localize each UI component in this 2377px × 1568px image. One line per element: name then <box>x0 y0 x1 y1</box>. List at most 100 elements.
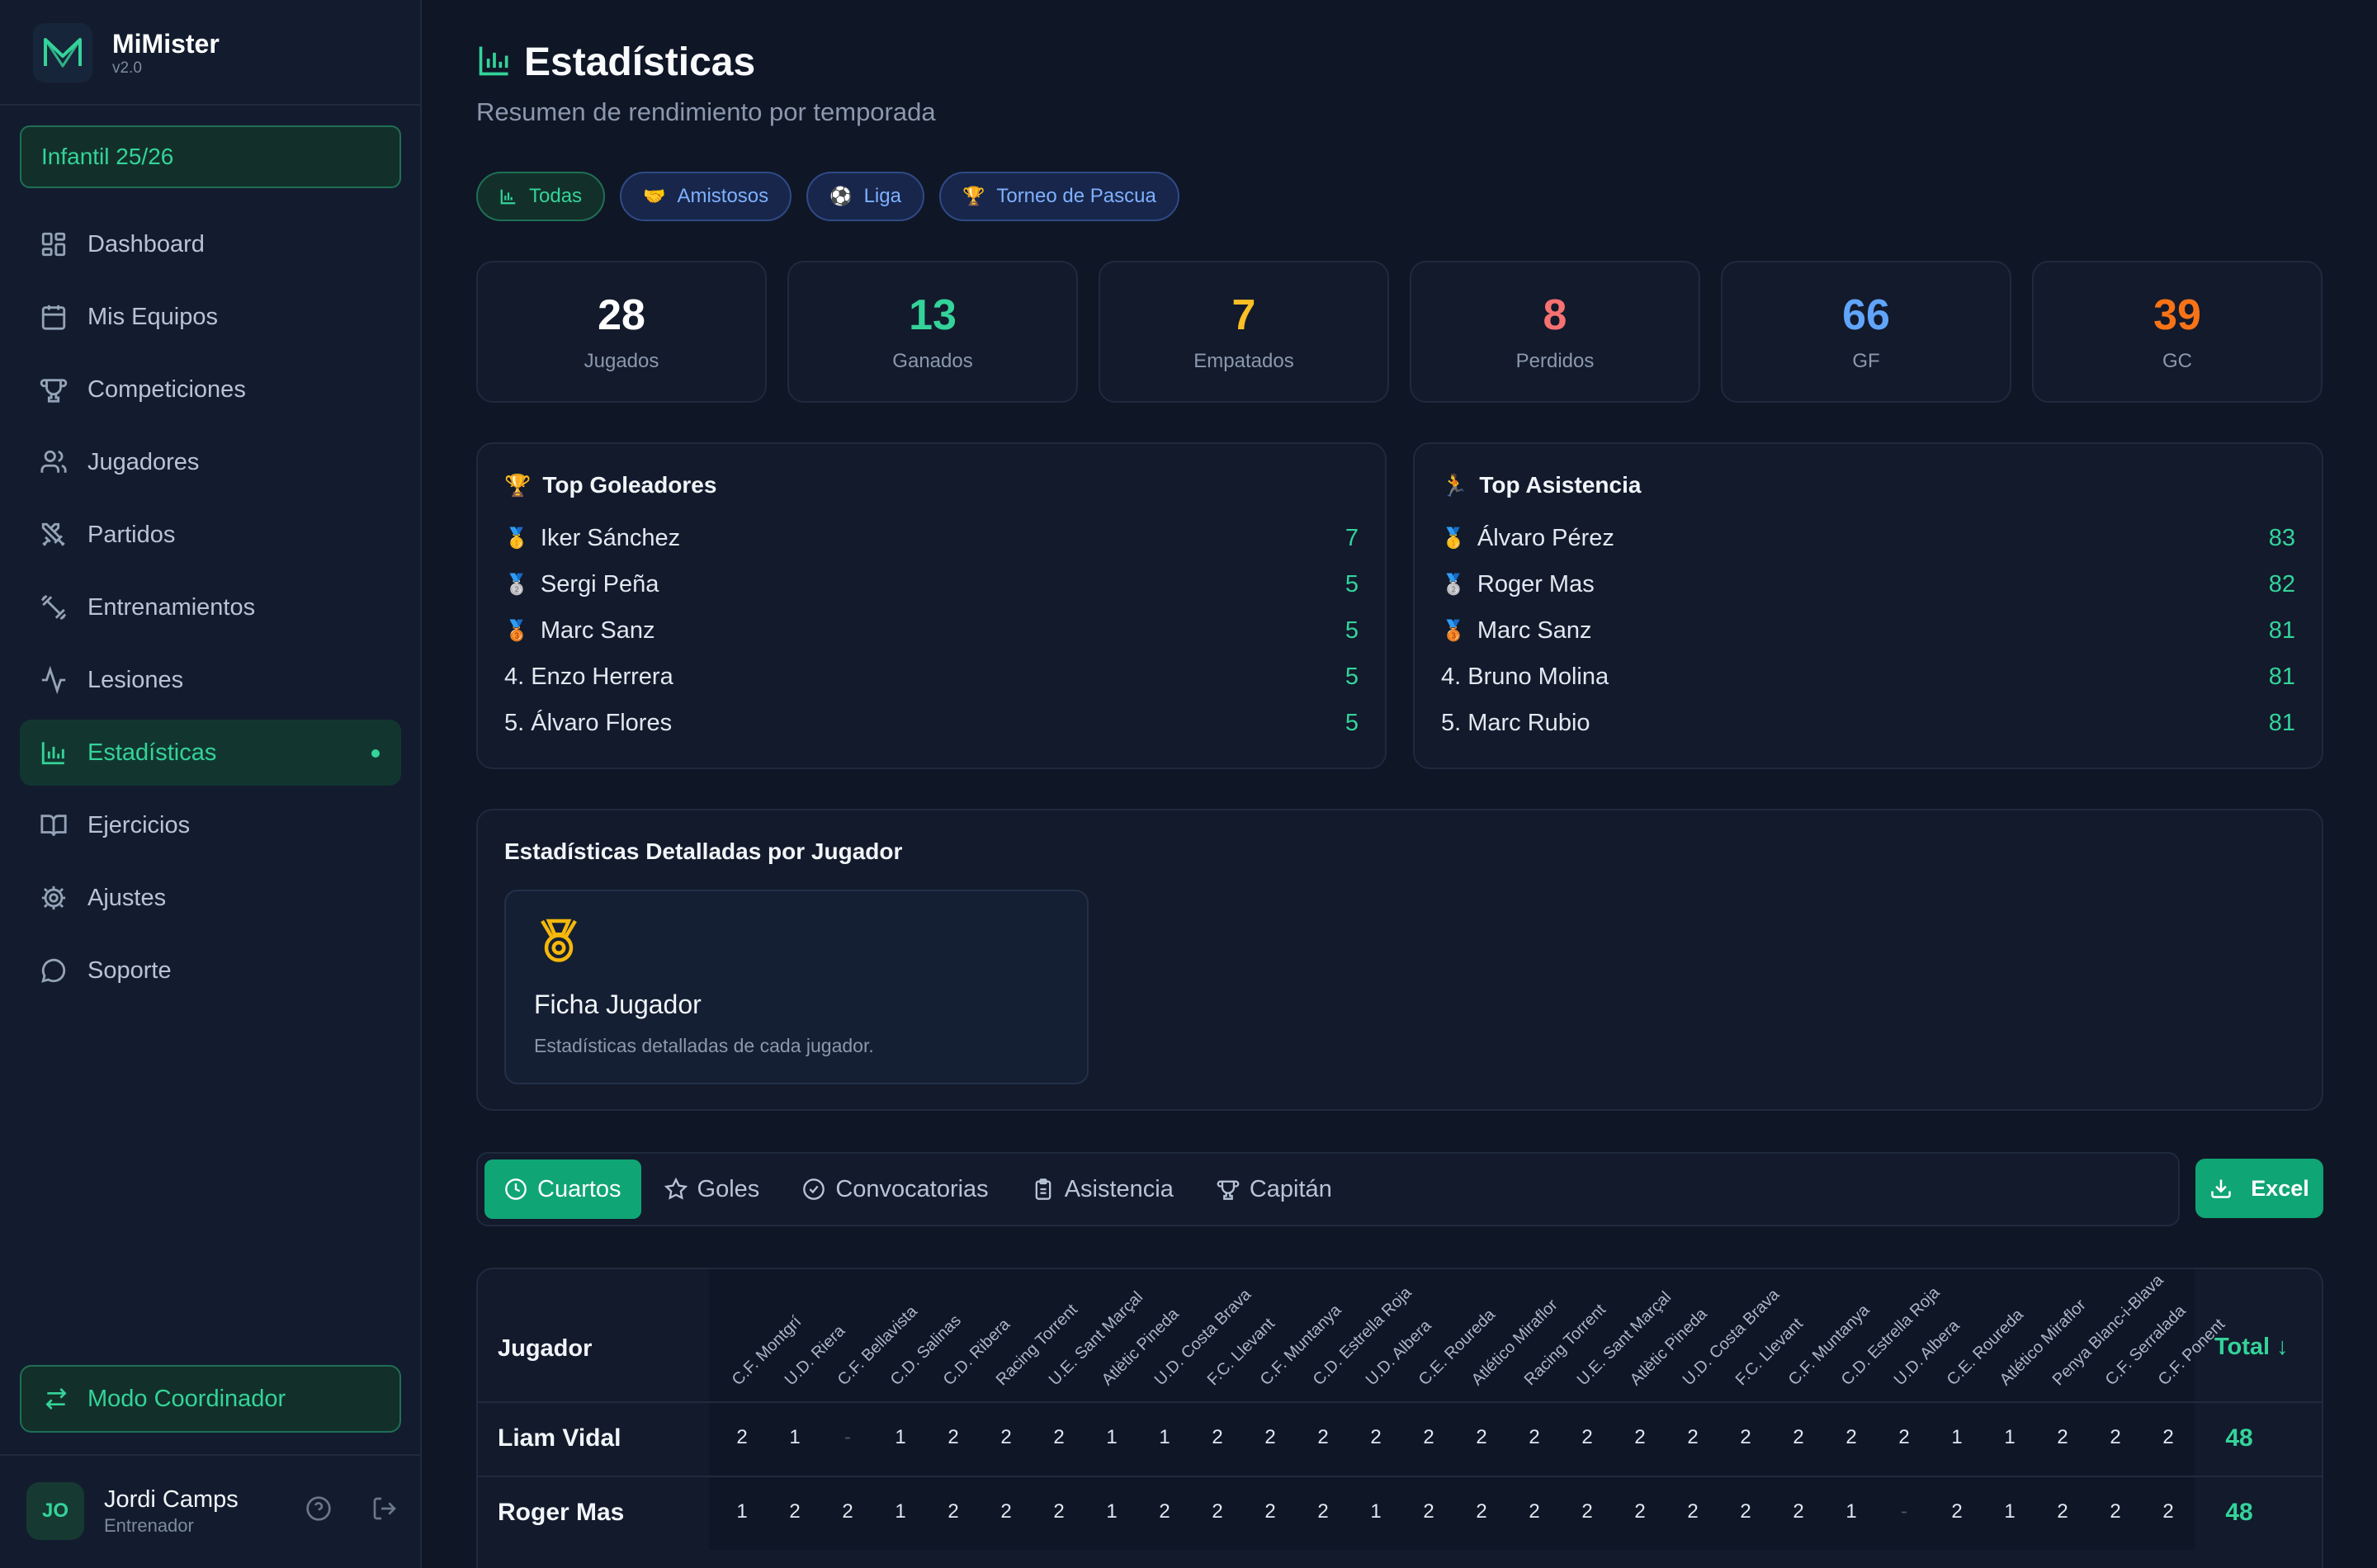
list-item[interactable]: 🥈 Sergi Peña 5 <box>504 561 1359 607</box>
table-cell: 1 <box>736 1500 748 1523</box>
table-cell: 2 <box>1687 1500 1699 1523</box>
row-total: 48 <box>2225 1499 2253 1526</box>
export-excel-button[interactable]: Excel <box>2195 1159 2323 1218</box>
table-cell: 1 <box>895 1500 906 1523</box>
panel-title: 🏆 Top Goleadores <box>504 472 1359 498</box>
bar-chart-icon <box>499 187 517 205</box>
sidebar-item-ajustes[interactable]: Ajustes <box>20 865 401 931</box>
filter-torneo-de-pascua[interactable]: 🏆 Torneo de Pascua <box>938 172 1179 221</box>
tab-convocatorias[interactable]: Convocatorias <box>782 1159 1008 1219</box>
column-header-total[interactable]: Total ↓ <box>2214 1334 2289 1361</box>
help-icon[interactable] <box>305 1495 332 1522</box>
list-item[interactable]: 4. Enzo Herrera 5 <box>504 654 1359 700</box>
table-cell: 2 <box>842 1500 853 1523</box>
sidebar-item-dashboard[interactable]: Dashboard <box>20 211 401 277</box>
sidebar-item-label: Dashboard <box>87 230 205 257</box>
stat-card-jugados: 28 Jugados <box>476 261 767 403</box>
sidebar-nav: Dashboard Mis Equipos Competiciones Juga… <box>20 211 401 1010</box>
tab-asistencia[interactable]: Asistencia <box>1012 1159 1193 1219</box>
tab-cuartos[interactable]: Cuartos <box>484 1159 641 1219</box>
calendar-icon <box>38 301 69 333</box>
ranking-list: 🥇 Iker Sánchez 7 🥈 Sergi Peña 5 🥉 Marc S… <box>504 515 1359 746</box>
trophy-icon: 🏆 <box>962 186 985 206</box>
stat-label: Perdidos <box>1515 350 1595 372</box>
brand[interactable]: MiMister v2.0 <box>33 23 220 83</box>
table-cell: 2 <box>1264 1500 1276 1523</box>
filter-todas[interactable]: Todas <box>476 172 606 221</box>
table-cell: 1 <box>1370 1500 1382 1523</box>
season-selector[interactable]: Infantil 25/26 <box>20 125 401 188</box>
match-column-header[interactable]: U.E. Sant Marçal <box>1574 1288 1675 1390</box>
tab-capitan[interactable]: Capitán <box>1197 1159 1352 1219</box>
stat-label: GC <box>2162 350 2192 372</box>
trophy-icon: 🏆 <box>504 472 532 498</box>
sidebar-item-ejercicios[interactable]: Ejercicios <box>20 792 401 858</box>
swap-icon <box>43 1386 69 1412</box>
table-cell: 2 <box>1423 1426 1434 1448</box>
table-cell: 2 <box>1159 1500 1170 1523</box>
active-indicator <box>371 749 380 758</box>
match-column-header[interactable]: C.D. Estrella Roja <box>1310 1283 1416 1390</box>
stat-card-gf: 66 GF <box>1721 261 2011 403</box>
sidebar-item-label: Soporte <box>87 956 172 984</box>
stats-tabs: Cuartos Goles Convocatorias Asistencia C… <box>476 1152 2180 1226</box>
column-header-player[interactable]: Jugador <box>498 1335 592 1363</box>
sidebar-item-lesiones[interactable]: Lesiones <box>20 647 401 713</box>
tab-label: Convocatorias <box>835 1175 989 1202</box>
table-cell: 2 <box>789 1500 801 1523</box>
table-cell: 2 <box>1634 1500 1646 1523</box>
filter-label: Torneo de Pascua <box>996 185 1156 207</box>
table-row[interactable]: Roger Mas 1 2 2 1 2 2 2 1 2 2 2 2 1 2 2 2 2 2 2 2 2 1 - 2 1 2 2 2 48 <box>478 1476 2322 1550</box>
list-item[interactable]: 5. Álvaro Flores 5 <box>504 700 1359 746</box>
list-item[interactable]: 🥉 Marc Sanz 5 <box>504 607 1359 654</box>
sidebar-item-partidos[interactable]: Partidos <box>20 502 401 568</box>
top-attendance-panel: 🏃 Top Asistencia 🥇 Álvaro Pérez 83 🥈 Rog… <box>1413 442 2323 769</box>
list-item[interactable]: 🥉 Marc Sanz 81 <box>1441 607 2295 654</box>
stat-card-empatados: 7 Empatados <box>1099 261 1389 403</box>
sidebar-item-label: Lesiones <box>87 666 184 693</box>
list-item[interactable]: 5. Marc Rubio 81 <box>1441 700 2295 746</box>
list-item[interactable]: 🥇 Álvaro Pérez 83 <box>1441 515 2295 561</box>
tab-goles[interactable]: Goles <box>645 1159 780 1219</box>
app-name: MiMister <box>112 29 220 59</box>
filter-liga[interactable]: ⚽ Liga <box>806 172 924 221</box>
match-column-header[interactable]: U.D. Costa Brava <box>1680 1286 1784 1390</box>
list-item[interactable]: 4. Bruno Molina 81 <box>1441 654 2295 700</box>
player-card-link[interactable]: Ficha Jugador Estadísticas detalladas de… <box>504 890 1089 1084</box>
goals-value: 5 <box>1344 616 1359 644</box>
sidebar-item-entrenamientos[interactable]: Entrenamientos <box>20 574 401 640</box>
competition-filters: Todas 🤝 Amistosos ⚽ Liga 🏆 Torneo de Pas… <box>476 172 1194 221</box>
sidebar-item-jugadores[interactable]: Jugadores <box>20 429 401 495</box>
chat-icon <box>38 955 69 986</box>
app-version: v2.0 <box>112 59 142 77</box>
sidebar-item-estadisticas[interactable]: Estadísticas <box>20 720 401 786</box>
table-row[interactable]: Liam Vidal 2 1 - 1 2 2 2 1 1 2 2 2 2 2 2 2 2 2 2 2 2 2 2 1 1 2 2 2 48 <box>478 1401 2322 1476</box>
table-cell: 2 <box>1529 1500 1540 1523</box>
logout-icon[interactable] <box>371 1495 398 1522</box>
sidebar-item-label: Partidos <box>87 521 176 548</box>
table-cell: 2 <box>1423 1500 1434 1523</box>
table-cell: 2 <box>1793 1500 1804 1523</box>
filter-label: Todas <box>529 185 583 207</box>
detailed-stats-panel: Estadísticas Detalladas por Jugador Fich… <box>476 809 2323 1111</box>
attendance-value: 81 <box>2268 709 2295 736</box>
sidebar-item-competiciones[interactable]: Competiciones <box>20 357 401 423</box>
player-name: 4. Enzo Herrera <box>504 663 673 690</box>
player-name: Roger Mas <box>1477 570 1595 597</box>
coordinator-mode-button[interactable]: Modo Coordinador <box>20 1365 401 1433</box>
avatar[interactable]: JO <box>26 1482 84 1540</box>
list-item[interactable]: 🥇 Iker Sánchez 7 <box>504 515 1359 561</box>
sidebar-item-label: Mis Equipos <box>87 303 218 330</box>
summary-stats: 28 Jugados 13 Ganados 7 Empatados 8 Perd… <box>476 261 2323 403</box>
match-column-header[interactable]: C.D. Estrella Roja <box>1838 1283 1945 1390</box>
table-cell: 2 <box>1317 1426 1329 1448</box>
match-column-header[interactable]: U.D. Costa Brava <box>1151 1286 1255 1390</box>
sidebar-item-soporte[interactable]: Soporte <box>20 937 401 1004</box>
player-name: 5. Álvaro Flores <box>504 709 673 736</box>
player-name: Sergi Peña <box>540 570 659 597</box>
match-column-header[interactable]: U.E. Sant Marçal <box>1046 1288 1147 1390</box>
sidebar-item-mis-equipos[interactable]: Mis Equipos <box>20 284 401 350</box>
list-item[interactable]: 🥈 Roger Mas 82 <box>1441 561 2295 607</box>
filter-amistosos[interactable]: 🤝 Amistosos <box>620 172 792 221</box>
table-cell: 1 <box>2004 1500 2015 1523</box>
